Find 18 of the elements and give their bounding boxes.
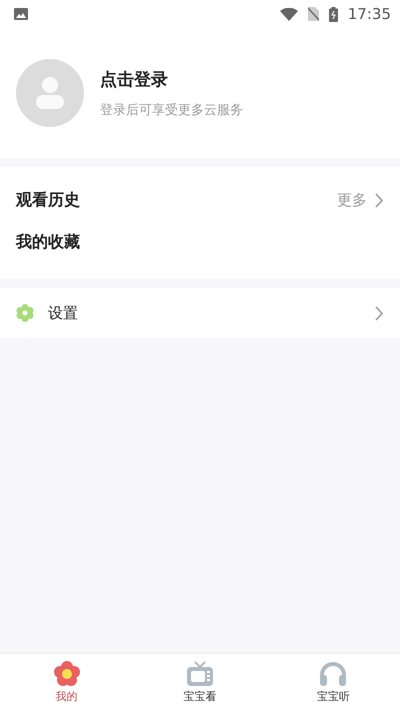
image-icon — [14, 8, 28, 20]
history-title: 观看历史 — [16, 190, 80, 210]
chevron-icon — [375, 306, 384, 320]
nav-tab[interactable]: 宝宝看 — [133, 654, 267, 711]
chevron-icon — [375, 192, 384, 208]
nav-tab[interactable]: 宝宝听 — [266, 654, 400, 711]
flower-icon[interactable] — [54, 661, 80, 687]
nav-tab[interactable]: 我的 — [0, 654, 134, 711]
login-title[interactable]: 点击登录 — [100, 68, 243, 90]
login-subtitle: 登录后可享受更多云服务 — [100, 102, 243, 118]
wifi-icon — [280, 8, 298, 20]
battery-icon — [328, 6, 338, 22]
favorites-title[interactable]: 我的收藏 — [16, 232, 80, 252]
status-time: 17:35 — [348, 5, 391, 23]
tv-icon[interactable] — [186, 661, 214, 687]
no-sim-icon — [308, 7, 319, 21]
headphones-icon[interactable] — [319, 661, 348, 687]
settings-label[interactable]: 设置 — [48, 304, 78, 322]
